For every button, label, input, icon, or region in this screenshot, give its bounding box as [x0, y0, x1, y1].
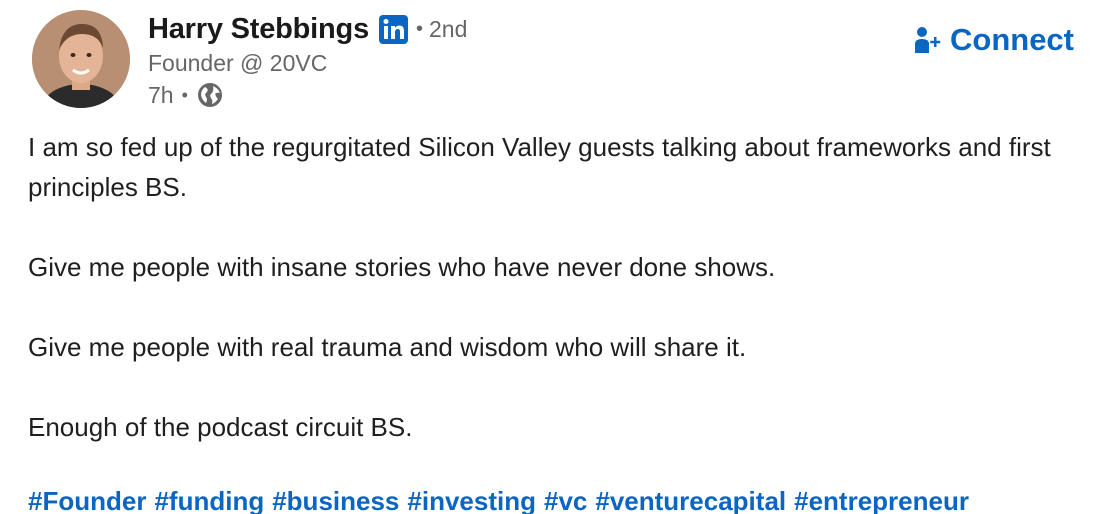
post-paragraph: Give me people with insane stories who h…	[28, 252, 776, 282]
hashtag-link[interactable]: #vc	[544, 486, 587, 514]
connection-degree: 2nd	[429, 15, 468, 42]
separator-dot: •	[181, 84, 188, 105]
connect-button[interactable]: Connect	[914, 20, 1074, 60]
author-headline: Founder @ 20VC	[148, 50, 328, 76]
globe-icon	[196, 81, 224, 109]
add-person-icon	[914, 25, 942, 55]
separator-dot: •	[416, 17, 424, 40]
author-name[interactable]: Harry Stebbings	[148, 13, 369, 46]
post-paragraph: Enough of the podcast circuit BS.	[28, 412, 413, 442]
avatar[interactable]	[32, 10, 130, 108]
post-paragraph: Give me people with real trauma and wisd…	[28, 332, 747, 362]
connect-label: Connect	[950, 22, 1074, 57]
hashtag-link[interactable]: #Founder	[28, 486, 146, 514]
hashtag-link[interactable]: #investing	[407, 486, 536, 514]
hashtag-list: #Founder #funding #business #investing #vc #v…	[28, 486, 977, 514]
post-timestamp[interactable]: 7h	[148, 82, 174, 109]
hashtag-link[interactable]: #venturecapital	[595, 486, 786, 514]
post-paragraph: I am so fed up of the regurgitated Silic…	[28, 132, 1051, 202]
hashtag-link[interactable]: #business	[272, 486, 399, 514]
hashtag-link[interactable]: #entrepreneur	[794, 486, 969, 514]
post-meta: 7h •	[148, 80, 224, 110]
linkedin-post: Harry Stebbings • 2nd Founder @ 20VC 7h …	[0, 0, 1096, 514]
hashtag-link[interactable]: #funding	[154, 486, 264, 514]
post-body: I am so fed up of the regurgitated Silic…	[28, 127, 1078, 447]
author-name-row: Harry Stebbings • 2nd	[148, 10, 467, 48]
linkedin-icon	[379, 14, 408, 44]
